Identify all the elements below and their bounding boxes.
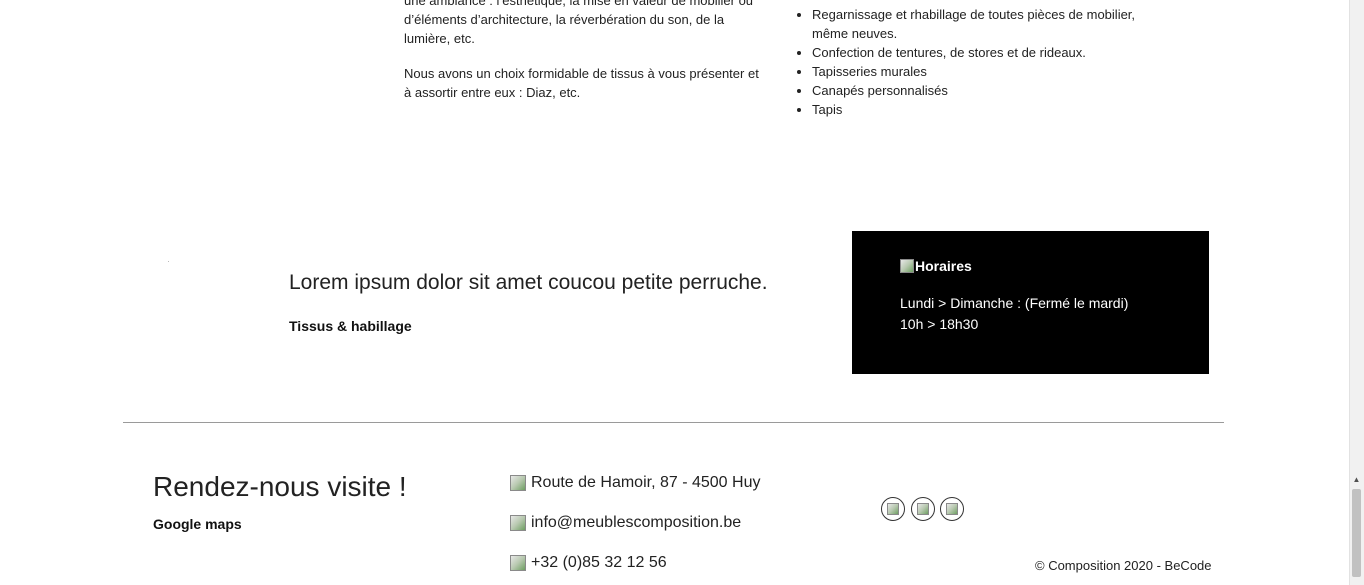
section-divider: [123, 422, 1224, 423]
feature-subtitle: Tissus & habillage: [289, 318, 412, 334]
mail-icon: [510, 515, 526, 531]
address-line: Route de Hamoir, 87 - 4500 Huy: [510, 473, 760, 493]
twitter-link[interactable]: [940, 497, 964, 521]
hours-panel: Horaires Lundi > Dimanche : (Fermé le ma…: [852, 231, 1209, 374]
copyright: © Composition 2020 - BeCode: [1035, 558, 1212, 573]
hours-days: Lundi > Dimanche : (Fermé le mardi): [900, 295, 1129, 311]
phone-text[interactable]: +32 (0)85 32 12 56: [531, 553, 667, 573]
service-item: Confection de tentures, de stores et de …: [812, 43, 1157, 62]
intro-paragraph-2: Nous avons un choix formidable de tissus…: [404, 66, 759, 100]
hours-title: Horaires: [900, 257, 972, 275]
intro-text: une ambiance : l’esthétique, la mise en …: [404, 0, 769, 102]
email-line[interactable]: info@meublescomposition.be: [510, 513, 741, 533]
scrollbar-thumb[interactable]: [1352, 489, 1361, 577]
clock-icon: [900, 259, 914, 273]
instagram-icon: [917, 503, 929, 515]
phone-line[interactable]: +32 (0)85 32 12 56: [510, 553, 667, 573]
intro-line-2: d’éléments d’architecture, la réverbérat…: [404, 12, 725, 27]
intro-line-1: une ambiance : l’esthétique, la mise en …: [404, 0, 754, 8]
address-text: Route de Hamoir, 87 - 4500 Huy: [531, 474, 761, 491]
location-icon: [510, 475, 526, 491]
instagram-link[interactable]: [911, 497, 935, 521]
scroll-up-arrow-icon[interactable]: ▲: [1349, 472, 1364, 487]
service-item: Canapés personnalisés: [812, 81, 1157, 100]
intro-paragraph-1: une ambiance : l’esthétique, la mise en …: [404, 0, 769, 48]
service-item: Tapisseries murales: [812, 62, 1157, 81]
google-maps-link[interactable]: Google maps: [153, 515, 242, 533]
visit-title: Rendez-nous visite !: [153, 471, 407, 502]
hours-time: 10h > 18h30: [900, 316, 979, 332]
facebook-icon: [887, 503, 899, 515]
service-item: Tapis: [812, 100, 1157, 119]
services-list: Regarnissage et rhabillage de toutes piè…: [796, 5, 1157, 119]
feature-headline: Lorem ipsum dolor sit amet coucou petite…: [289, 271, 768, 294]
facebook-link[interactable]: [881, 497, 905, 521]
twitter-icon: [946, 503, 958, 515]
email-text[interactable]: info@meublescomposition.be: [531, 513, 741, 533]
service-item: Regarnissage et rhabillage de toutes piè…: [812, 5, 1157, 43]
phone-icon: [510, 555, 526, 571]
image-placeholder: [168, 261, 169, 262]
hours-title-text: Horaires: [915, 258, 972, 274]
intro-line-3: lumière, etc.: [404, 31, 475, 46]
